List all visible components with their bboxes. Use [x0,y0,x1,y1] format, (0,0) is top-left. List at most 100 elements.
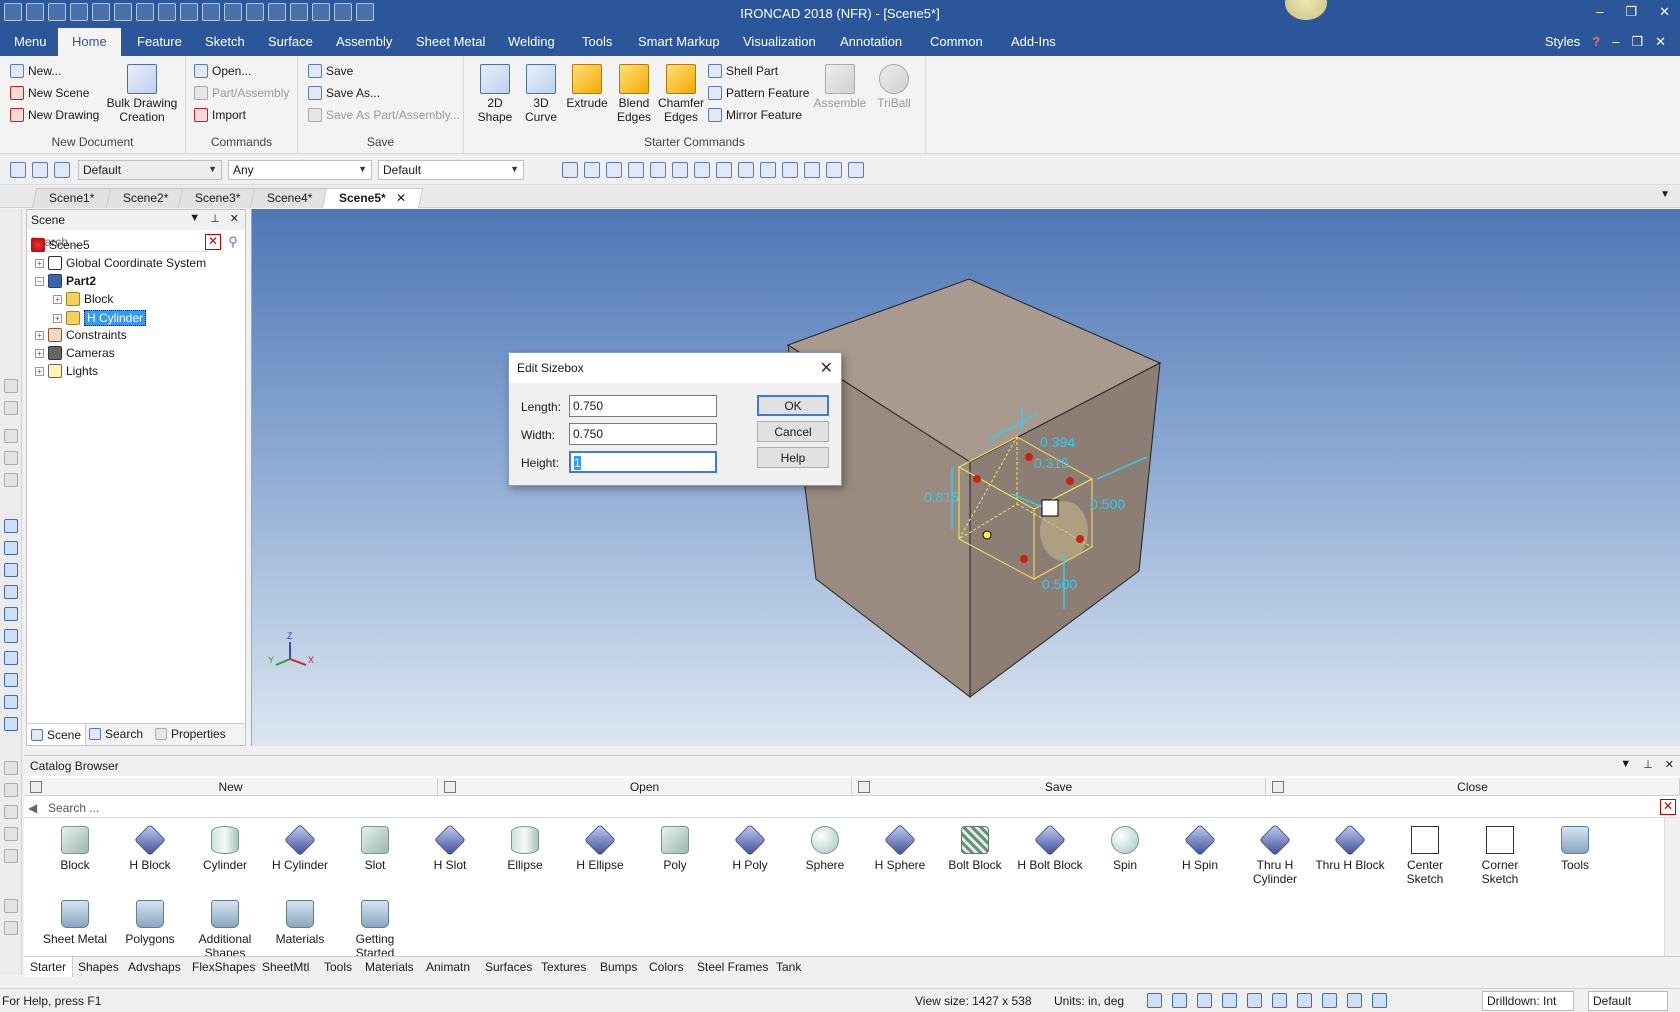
catalog-open-button[interactable]: Open [438,778,852,796]
catalog-item-additional-shapes[interactable]: Additional Shapes [188,900,262,960]
expand-icon[interactable]: + [35,258,44,268]
select-filter-icon[interactable] [10,162,26,178]
filter-combo[interactable]: Any ▼ [228,160,372,180]
blend-edges-button[interactable]: Blend Edges [612,64,656,124]
tool-icon[interactable] [4,899,18,913]
catalog-item-slot[interactable]: Slot [338,826,412,872]
catalog-item-sphere[interactable]: Sphere [788,826,862,872]
light-tool-icon[interactable] [782,162,798,178]
tab-common[interactable]: Common [930,34,983,49]
tree-node-scene5[interactable]: Scene5 [31,238,90,252]
chamfer-edges-button[interactable]: Chamfer Edges [656,64,706,124]
catalog-item-tools[interactable]: Tools [1538,826,1612,872]
tree-node-constraints[interactable]: + Constraints [35,328,127,342]
back-arrow-icon[interactable]: ◀ [28,801,37,815]
dim-label-4[interactable]: 0.500 [1090,496,1125,512]
catalog-item-h-spin[interactable]: H Spin [1163,824,1237,872]
styles-menu[interactable]: Styles [1545,34,1580,50]
tab-annotation[interactable]: Annotation [840,34,902,49]
catalog-scrollbar[interactable] [1664,818,1680,958]
help-button[interactable]: Help [757,447,829,468]
selection-mode-icon[interactable] [1347,993,1362,1008]
catalog-item-h-poly[interactable]: H Poly [713,824,787,872]
catalog-item-bolt-block[interactable]: Bolt Block [938,826,1012,872]
length-field[interactable]: 0.750 [569,395,717,417]
color-tool-icon[interactable] [760,162,776,178]
tab-surface[interactable]: Surface [268,34,313,49]
camera-tool-icon[interactable] [826,162,842,178]
catalog-search-input[interactable]: ◀ Search ... ✕ [24,798,1680,818]
tab-advshaps[interactable]: Advshaps [128,960,181,974]
pointer-icon[interactable] [32,162,48,178]
save-tool-icon[interactable] [584,162,600,178]
tool-icon[interactable] [4,921,18,935]
tab-scene4[interactable]: Scene4* [249,188,330,208]
view-icon[interactable] [4,379,18,393]
tab-starter[interactable]: Starter [24,957,74,977]
catalog-item-thru-h-cylinder[interactable]: Thru H Cylinder [1238,824,1312,886]
save-as-button[interactable]: Save As... [308,86,380,100]
handle-dot[interactable] [1076,535,1084,543]
tab-sheetmtl[interactable]: SheetMtl [262,960,309,974]
pin-icon[interactable]: ⊥ [210,212,220,225]
close-button[interactable]: ✕ [1659,4,1670,20]
new-drawing-button[interactable]: New Drawing [10,108,99,122]
tree-node-h-cylinder[interactable]: + H Cylinder [53,310,147,326]
style-combo[interactable]: Default ▼ [78,160,222,180]
tab-sketch[interactable]: Sketch [205,34,245,49]
orientation-icon[interactable] [1222,993,1237,1008]
handle-dot[interactable] [982,530,992,540]
tree-node-gcs[interactable]: + Global Coordinate System [35,256,206,270]
tab-smart-markup[interactable]: Smart Markup [638,34,720,49]
minimize-button[interactable]: – [1596,4,1603,20]
tab-scene5[interactable]: Scene5* ✕ [321,188,423,208]
tab-feature[interactable]: Feature [137,34,182,49]
catalog-item-poly[interactable]: Poly [638,826,712,872]
catalog-item-getting-started[interactable]: Getting Started [338,900,412,960]
tab-home[interactable]: Home [58,28,121,56]
view-icon[interactable] [4,401,18,415]
view-tool-icon[interactable] [694,162,710,178]
catalog-item-sheet-metal[interactable]: Sheet Metal [38,900,112,946]
tab-scene1[interactable]: Scene1* [31,188,112,208]
handle-dot[interactable] [1020,555,1028,563]
3d-curve-button[interactable]: 3D Curve [520,64,562,124]
catalog-item-h-cylinder[interactable]: H Cylinder [263,824,337,872]
cube-icon[interactable] [4,695,18,709]
tab-scene3[interactable]: Scene3* [177,188,258,208]
zoom-icon[interactable] [1147,993,1162,1008]
tab-materials[interactable]: Materials [365,960,414,974]
cancel-button[interactable]: Cancel [757,421,829,442]
grid-tool-icon[interactable] [716,162,732,178]
extrude-button[interactable]: Extrude [564,64,610,110]
shell-part-button[interactable]: Shell Part [708,64,778,78]
help-icon[interactable]: ? [1592,34,1600,50]
catalog-item-h-sphere[interactable]: H Sphere [863,824,937,872]
dim-label-3[interactable]: 0.815 [924,489,959,505]
mirror-feature-button[interactable]: Mirror Feature [708,108,802,122]
tab-flexshapes[interactable]: FlexShapes [192,960,255,974]
expand-icon[interactable]: + [53,294,62,304]
3d-viewport[interactable]: 0.394 0.315 0.815 0.500 0.500 Z X Y [251,209,1680,746]
tree-node-cameras[interactable]: + Cameras [35,346,115,360]
render-combo[interactable]: Default ▼ [378,160,524,180]
handle-dot[interactable] [1025,453,1033,461]
assemble-button[interactable]: Assemble [812,64,868,110]
cube-icon[interactable] [4,607,18,621]
cube-icon[interactable] [4,717,18,731]
part-assembly-button[interactable]: Part/Assembly [194,86,289,100]
tab-bumps[interactable]: Bumps [600,960,637,974]
drilldown-combo[interactable]: Drilldown: Int [1482,991,1574,1011]
catalog-item-thru-h-block[interactable]: Thru H Block [1313,824,1387,872]
cube-icon[interactable] [4,651,18,665]
scene-tool-icon[interactable] [628,162,644,178]
bulk-drawing-creation-button[interactable]: Bulk Drawing Creation [104,64,180,124]
tab-colors[interactable]: Colors [649,960,684,974]
pan-icon[interactable] [1247,993,1262,1008]
tab-steel-frames[interactable]: Steel Frames [697,960,768,974]
tab-tank[interactable]: Tank [776,960,801,974]
pin-icon[interactable]: ⊥ [1643,758,1653,771]
image-tool-icon[interactable] [804,162,820,178]
tree-node-block[interactable]: + Block [53,292,113,306]
catalog-new-button[interactable]: New [24,778,438,796]
